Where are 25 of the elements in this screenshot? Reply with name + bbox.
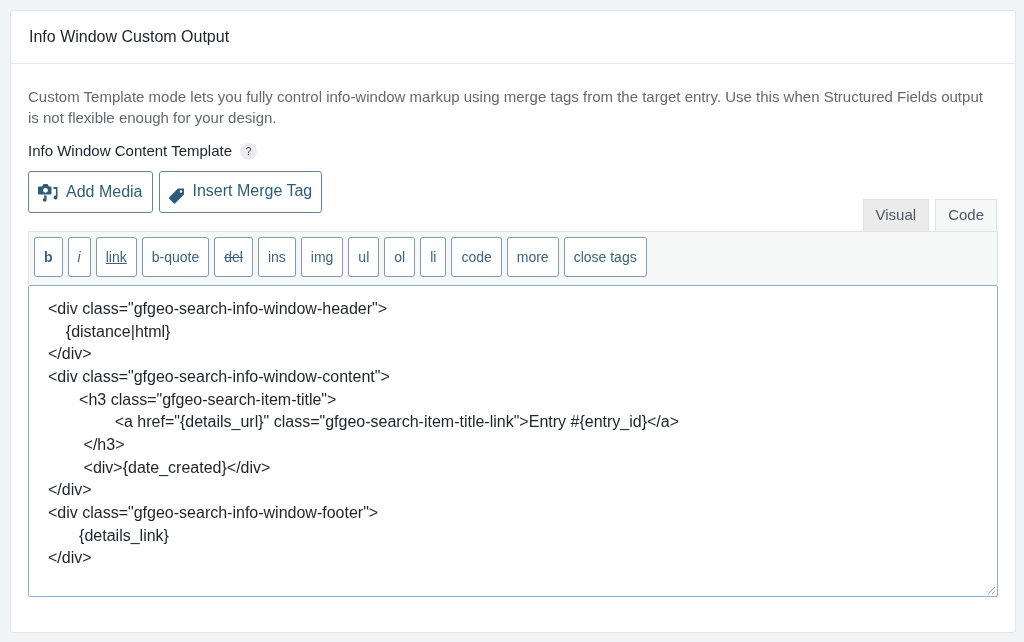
tag-icon (168, 187, 185, 205)
template-editor[interactable]: <div class="gfgeo-search-info-window-header"> {distance|html} </div> <div class="gfgeo-search-info-window-content"> <h3 class="gfgeo-search-item-title"> <a href="{details_url}" class="gfgeo-search-item-title-link">Entry #{entry_id}</a> </h3> <div>{date_created}</div> </div> <div class="gfgeo-search-info-window-footer"> {details_link} </div> (28, 285, 998, 597)
editor-tab[interactable]: Code (935, 199, 997, 231)
quicktag-button[interactable]: more (506, 237, 559, 277)
quicktag-button[interactable]: b-quote (141, 237, 210, 277)
quicktag-button[interactable]: link (95, 237, 137, 277)
quicktag-button[interactable]: img (300, 237, 344, 277)
editor-tab[interactable]: Visual (862, 199, 930, 231)
media-button[interactable]: Insert Merge Tag (158, 171, 323, 213)
quicktag-button[interactable]: ins (257, 237, 296, 277)
quicktag-button[interactable]: ol (384, 237, 416, 277)
camera-music-icon (38, 182, 58, 202)
quicktag-button[interactable]: code (451, 237, 502, 277)
media-button[interactable]: Add Media (28, 171, 153, 213)
quicktag-button[interactable]: li (420, 237, 447, 277)
help-button[interactable]: ? (240, 142, 257, 160)
quicktag-button[interactable]: close tags (563, 237, 647, 277)
quicktag-button[interactable]: del (214, 237, 253, 277)
field-label: Info Window Content Template (28, 140, 232, 161)
quicktag-button[interactable]: i (67, 237, 91, 277)
quicktag-button[interactable]: b (34, 237, 63, 277)
quicktag-button[interactable]: ul (348, 237, 380, 277)
resize-handle-icon[interactable] (987, 586, 995, 594)
panel-title: Info Window Custom Output (29, 27, 230, 47)
description-text: Custom Template mode lets you fully control info-window markup using merge tags from the target entry. Use this when Structured Fields output is not flexible enough for your design. (28, 87, 984, 128)
